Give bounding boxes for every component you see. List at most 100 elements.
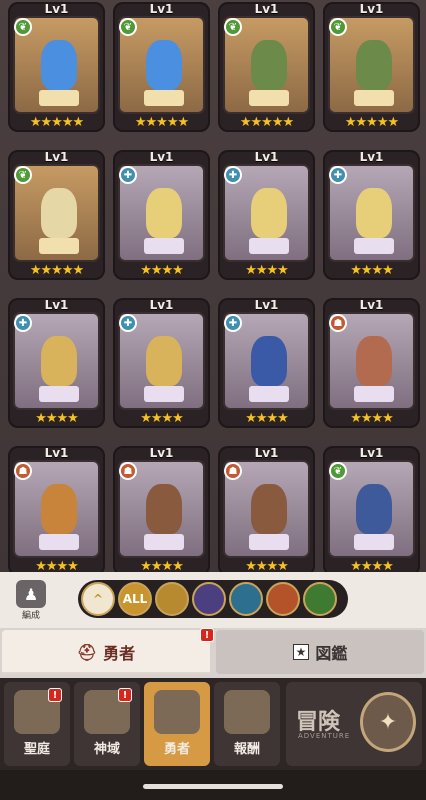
hero-card[interactable]: Lv1 ❦ ★★★★★: [113, 2, 210, 132]
hero-sprite: [146, 40, 182, 90]
nature-element-icon: ❦: [224, 18, 242, 36]
ice-element-icon: ✚: [329, 166, 347, 184]
hero-sprite: [356, 188, 392, 238]
nature-element-icon[interactable]: [303, 582, 337, 616]
star-rating: ★★★★: [245, 411, 289, 426]
chevron-up-icon[interactable]: ^: [81, 582, 115, 616]
hero-pedestal: [144, 238, 184, 254]
hero-card[interactable]: Lv1 ✚ ★★★★: [113, 150, 210, 280]
hero-pedestal: [39, 90, 79, 106]
all-icon[interactable]: ALL: [118, 582, 152, 616]
hero-sprite: [41, 484, 77, 534]
star-rating: ★★★★: [35, 411, 79, 426]
hero-card[interactable]: Lv1 ✚ ★★★★: [218, 150, 315, 280]
hero-pedestal: [354, 90, 394, 106]
adventure-subtitle: ADVENTURE: [298, 732, 351, 740]
tab-heroes[interactable]: ⛑ 勇者: [2, 630, 210, 674]
level-label: Lv1: [149, 150, 174, 164]
star-rating: ★★★★★: [239, 115, 294, 130]
level-label: Lv1: [254, 150, 279, 164]
hero-pedestal: [354, 534, 394, 550]
level-label: Lv1: [359, 298, 384, 312]
filter-bar: ♟ 編成 ^ ALL: [0, 572, 426, 628]
hero-pedestal: [249, 238, 289, 254]
ice-element-icon: ✚: [224, 166, 242, 184]
hero-sprite: [251, 188, 287, 238]
hero-pedestal: [249, 534, 289, 550]
hero-card[interactable]: Lv1 ☗ ★★★★: [323, 298, 420, 428]
level-label: Lv1: [44, 298, 69, 312]
hero-pedestal: [39, 386, 79, 402]
ice-element-icon: ✚: [119, 314, 137, 332]
hero-card[interactable]: Lv1 ❦ ★★★★★: [8, 150, 105, 280]
star-rating: ★★★★★: [29, 115, 84, 130]
hero-card[interactable]: Lv1 ✚ ★★★★: [113, 298, 210, 428]
star-rating: ★★★★: [140, 263, 184, 278]
nav-item-3[interactable]: 勇者: [144, 682, 210, 766]
star-rating: ★★★★: [350, 263, 394, 278]
nav-item-label: 神域: [93, 742, 120, 757]
hero-pedestal: [144, 386, 184, 402]
element-filter-group: ^ ALL: [78, 580, 348, 618]
hero-pedestal: [144, 90, 184, 106]
level-label: Lv1: [149, 2, 174, 16]
alert-badge: !: [118, 688, 132, 702]
hero-card[interactable]: Lv1 ❦ ★★★★★: [323, 2, 420, 132]
hero-sprite: [41, 188, 77, 238]
hero-card[interactable]: Lv1 ☗ ★★★★: [8, 446, 105, 576]
nav-item-4[interactable]: 報酬: [214, 682, 280, 766]
hero-card[interactable]: Lv1 ❦ ★★★★★: [218, 2, 315, 132]
hero-sprite: [146, 188, 182, 238]
star-rating: ★★★★: [140, 411, 184, 426]
hero-card[interactable]: Lv1 ☗ ★★★★: [113, 446, 210, 576]
tab-encyclopedia[interactable]: ★ 図鑑: [216, 630, 424, 674]
tab-bar: ⛑ 勇者 ! ★ 図鑑: [0, 628, 426, 678]
chess-pawn-icon: ♟: [16, 580, 46, 608]
level-label: Lv1: [44, 2, 69, 16]
adventure-button[interactable]: 冒険 ADVENTURE ✦: [286, 682, 422, 766]
star-rating: ★★★★★: [29, 263, 84, 278]
hero-pedestal: [354, 386, 394, 402]
nature-element-icon: ❦: [14, 166, 32, 184]
fire-element-icon[interactable]: [266, 582, 300, 616]
home-indicator[interactable]: [143, 784, 283, 789]
nav-item-label: 報酬: [233, 742, 260, 757]
star-rating: ★★★★: [350, 411, 394, 426]
hero-card[interactable]: Lv1 ❦ ★★★★★: [8, 2, 105, 132]
nav-item-1[interactable]: 聖庭!: [4, 682, 70, 766]
hero-sprite: [146, 336, 182, 386]
hero-sprite: [146, 484, 182, 534]
hero-card[interactable]: Lv1 ☗ ★★★★: [218, 446, 315, 576]
formation-button[interactable]: ♟ 編成: [10, 580, 52, 624]
hero-sprite: [356, 484, 392, 534]
nature-element-icon: ❦: [329, 462, 347, 480]
tab-encyclopedia-label: 図鑑: [315, 644, 348, 663]
level-label: Lv1: [149, 298, 174, 312]
level-label: Lv1: [359, 150, 384, 164]
ice-element-icon: ✚: [14, 314, 32, 332]
hero-card[interactable]: Lv1 ✚ ★★★★: [323, 150, 420, 280]
dark-element-icon[interactable]: [192, 582, 226, 616]
helmet-icon: [154, 690, 200, 734]
hero-pedestal: [39, 534, 79, 550]
ice-element-icon[interactable]: [229, 582, 263, 616]
level-label: Lv1: [254, 446, 279, 460]
light-element-icon[interactable]: [155, 582, 189, 616]
nav-item-label: 聖庭: [23, 742, 50, 757]
hero-card[interactable]: Lv1 ✚ ★★★★: [218, 298, 315, 428]
hero-sprite: [251, 336, 287, 386]
hero-card[interactable]: Lv1 ❦ ★★★★: [323, 446, 420, 576]
star-book-icon: ★: [292, 644, 310, 660]
hero-grid-area: Lv1 ❦ ★★★★★ Lv1 ❦ ★★★★★ Lv1 ❦ ★★★★★ Lv1 ❦ ★★★★★ Lv1 ❦…: [0, 0, 426, 576]
nav-item-label: 勇者: [163, 742, 190, 757]
level-label: Lv1: [44, 150, 69, 164]
hero-pedestal: [39, 238, 79, 254]
alert-badge: !: [200, 628, 214, 642]
hero-sprite: [251, 484, 287, 534]
level-label: Lv1: [149, 446, 174, 460]
ice-element-icon: ✚: [224, 314, 242, 332]
nav-item-2[interactable]: 神域!: [74, 682, 140, 766]
level-label: Lv1: [254, 2, 279, 16]
hero-card[interactable]: Lv1 ✚ ★★★★: [8, 298, 105, 428]
helmet-icon: ⛑: [76, 642, 98, 662]
